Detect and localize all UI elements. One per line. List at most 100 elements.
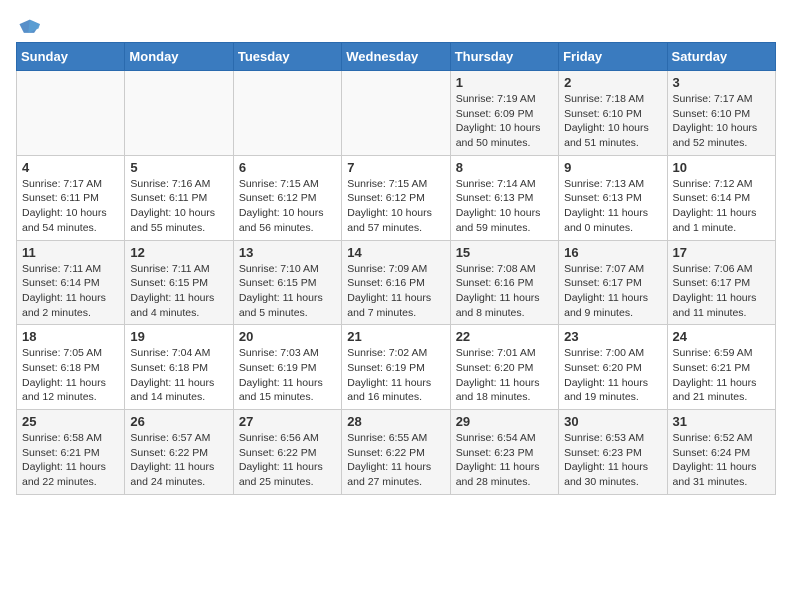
- calendar-cell: 19 Sunrise: 7:04 AMSunset: 6:18 PMDayligh…: [125, 325, 233, 410]
- day-number: 24: [673, 329, 770, 344]
- day-number: 2: [564, 75, 661, 90]
- column-header-tuesday: Tuesday: [233, 43, 341, 71]
- day-number: 14: [347, 245, 444, 260]
- calendar-cell: 11 Sunrise: 7:11 AMSunset: 6:14 PMDayligh…: [17, 240, 125, 325]
- day-number: 1: [456, 75, 553, 90]
- day-number: 10: [673, 160, 770, 175]
- day-info: Sunrise: 7:05 AMSunset: 6:18 PMDaylight:…: [22, 346, 119, 405]
- day-info: Sunrise: 6:52 AMSunset: 6:24 PMDaylight:…: [673, 431, 770, 490]
- day-info: Sunrise: 7:09 AMSunset: 6:16 PMDaylight:…: [347, 262, 444, 321]
- column-header-monday: Monday: [125, 43, 233, 71]
- day-number: 15: [456, 245, 553, 260]
- calendar-header-row: SundayMondayTuesdayWednesdayThursdayFrid…: [17, 43, 776, 71]
- calendar-cell: 25 Sunrise: 6:58 AMSunset: 6:21 PMDayligh…: [17, 410, 125, 495]
- calendar-cell: [233, 71, 341, 156]
- day-info: Sunrise: 7:14 AMSunset: 6:13 PMDaylight:…: [456, 177, 553, 236]
- calendar-cell: 2 Sunrise: 7:18 AMSunset: 6:10 PMDaylight…: [559, 71, 667, 156]
- day-info: Sunrise: 7:17 AMSunset: 6:10 PMDaylight:…: [673, 92, 770, 151]
- day-number: 5: [130, 160, 227, 175]
- calendar-cell: 3 Sunrise: 7:17 AMSunset: 6:10 PMDaylight…: [667, 71, 775, 156]
- day-number: 13: [239, 245, 336, 260]
- calendar-cell: 7Sunrise: 7:15 AMSunset: 6:12 PMDaylight…: [342, 155, 450, 240]
- calendar-cell: 26Sunrise: 6:57 AMSunset: 6:22 PMDayligh…: [125, 410, 233, 495]
- calendar-cell: 20 Sunrise: 7:03 AMSunset: 6:19 PMDayligh…: [233, 325, 341, 410]
- day-info: Sunrise: 7:12 AMSunset: 6:14 PMDaylight:…: [673, 177, 770, 236]
- day-number: 18: [22, 329, 119, 344]
- day-info: Sunrise: 6:53 AMSunset: 6:23 PMDaylight:…: [564, 431, 661, 490]
- day-info: Sunrise: 6:58 AMSunset: 6:21 PMDaylight:…: [22, 431, 119, 490]
- column-header-friday: Friday: [559, 43, 667, 71]
- calendar-cell: 4 Sunrise: 7:17 AMSunset: 6:11 PMDaylight…: [17, 155, 125, 240]
- calendar-cell: 5 Sunrise: 7:16 AMSunset: 6:11 PMDaylight…: [125, 155, 233, 240]
- calendar-week-5: 25 Sunrise: 6:58 AMSunset: 6:21 PMDayligh…: [17, 410, 776, 495]
- calendar-cell: 14 Sunrise: 7:09 AMSunset: 6:16 PMDayligh…: [342, 240, 450, 325]
- day-info: Sunrise: 7:18 AMSunset: 6:10 PMDaylight:…: [564, 92, 661, 151]
- day-info: Sunrise: 6:59 AMSunset: 6:21 PMDaylight:…: [673, 346, 770, 405]
- day-info: Sunrise: 7:04 AMSunset: 6:18 PMDaylight:…: [130, 346, 227, 405]
- column-header-sunday: Sunday: [17, 43, 125, 71]
- day-info: Sunrise: 7:10 AMSunset: 6:15 PMDaylight:…: [239, 262, 336, 321]
- calendar-cell: 22 Sunrise: 7:01 AMSunset: 6:20 PMDayligh…: [450, 325, 558, 410]
- day-info: Sunrise: 7:17 AMSunset: 6:11 PMDaylight:…: [22, 177, 119, 236]
- day-info: Sunrise: 7:13 AMSunset: 6:13 PMDaylight:…: [564, 177, 661, 236]
- calendar-cell: 28 Sunrise: 6:55 AMSunset: 6:22 PMDayligh…: [342, 410, 450, 495]
- calendar-cell: 18 Sunrise: 7:05 AMSunset: 6:18 PMDayligh…: [17, 325, 125, 410]
- calendar-cell: 13 Sunrise: 7:10 AMSunset: 6:15 PMDayligh…: [233, 240, 341, 325]
- calendar-cell: 21 Sunrise: 7:02 AMSunset: 6:19 PMDayligh…: [342, 325, 450, 410]
- day-info: Sunrise: 7:02 AMSunset: 6:19 PMDaylight:…: [347, 346, 444, 405]
- calendar-week-2: 4 Sunrise: 7:17 AMSunset: 6:11 PMDaylight…: [17, 155, 776, 240]
- day-number: 25: [22, 414, 119, 429]
- logo: [16, 16, 40, 34]
- day-info: Sunrise: 6:55 AMSunset: 6:22 PMDaylight:…: [347, 431, 444, 490]
- calendar-cell: 30 Sunrise: 6:53 AMSunset: 6:23 PMDayligh…: [559, 410, 667, 495]
- calendar-week-1: 1 Sunrise: 7:19 AMSunset: 6:09 PMDaylight…: [17, 71, 776, 156]
- day-number: 16: [564, 245, 661, 260]
- day-info: Sunrise: 7:00 AMSunset: 6:20 PMDaylight:…: [564, 346, 661, 405]
- day-number: 30: [564, 414, 661, 429]
- page-header: [16, 16, 776, 34]
- day-info: Sunrise: 6:57 AMSunset: 6:22 PMDaylight:…: [130, 431, 227, 490]
- column-header-thursday: Thursday: [450, 43, 558, 71]
- day-number: 23: [564, 329, 661, 344]
- day-info: Sunrise: 7:06 AMSunset: 6:17 PMDaylight:…: [673, 262, 770, 321]
- day-number: 8: [456, 160, 553, 175]
- day-number: 28: [347, 414, 444, 429]
- day-number: 22: [456, 329, 553, 344]
- day-number: 19: [130, 329, 227, 344]
- day-number: 27: [239, 414, 336, 429]
- calendar-cell: 27Sunrise: 6:56 AMSunset: 6:22 PMDayligh…: [233, 410, 341, 495]
- calendar-cell: [17, 71, 125, 156]
- day-info: Sunrise: 6:54 AMSunset: 6:23 PMDaylight:…: [456, 431, 553, 490]
- calendar-cell: 9 Sunrise: 7:13 AMSunset: 6:13 PMDaylight…: [559, 155, 667, 240]
- day-info: Sunrise: 7:11 AMSunset: 6:14 PMDaylight:…: [22, 262, 119, 321]
- day-number: 4: [22, 160, 119, 175]
- column-header-saturday: Saturday: [667, 43, 775, 71]
- day-number: 11: [22, 245, 119, 260]
- day-number: 20: [239, 329, 336, 344]
- calendar-cell: 31Sunrise: 6:52 AMSunset: 6:24 PMDayligh…: [667, 410, 775, 495]
- calendar-week-3: 11 Sunrise: 7:11 AMSunset: 6:14 PMDayligh…: [17, 240, 776, 325]
- day-info: Sunrise: 7:07 AMSunset: 6:17 PMDaylight:…: [564, 262, 661, 321]
- day-number: 9: [564, 160, 661, 175]
- day-number: 6: [239, 160, 336, 175]
- day-info: Sunrise: 7:19 AMSunset: 6:09 PMDaylight:…: [456, 92, 553, 151]
- day-number: 3: [673, 75, 770, 90]
- calendar-cell: 23 Sunrise: 7:00 AMSunset: 6:20 PMDayligh…: [559, 325, 667, 410]
- day-number: 17: [673, 245, 770, 260]
- calendar-cell: 8 Sunrise: 7:14 AMSunset: 6:13 PMDaylight…: [450, 155, 558, 240]
- day-info: Sunrise: 7:15 AMSunset: 6:12 PMDaylight:…: [239, 177, 336, 236]
- day-number: 12: [130, 245, 227, 260]
- day-info: Sunrise: 7:03 AMSunset: 6:19 PMDaylight:…: [239, 346, 336, 405]
- column-header-wednesday: Wednesday: [342, 43, 450, 71]
- day-number: 21: [347, 329, 444, 344]
- calendar-cell: [342, 71, 450, 156]
- calendar-cell: 17 Sunrise: 7:06 AMSunset: 6:17 PMDayligh…: [667, 240, 775, 325]
- calendar-cell: 29Sunrise: 6:54 AMSunset: 6:23 PMDayligh…: [450, 410, 558, 495]
- calendar-cell: 6 Sunrise: 7:15 AMSunset: 6:12 PMDaylight…: [233, 155, 341, 240]
- day-number: 7: [347, 160, 444, 175]
- calendar-cell: 16 Sunrise: 7:07 AMSunset: 6:17 PMDayligh…: [559, 240, 667, 325]
- day-info: Sunrise: 7:01 AMSunset: 6:20 PMDaylight:…: [456, 346, 553, 405]
- calendar-table: SundayMondayTuesdayWednesdayThursdayFrid…: [16, 42, 776, 495]
- day-info: Sunrise: 7:16 AMSunset: 6:11 PMDaylight:…: [130, 177, 227, 236]
- calendar-cell: 15Sunrise: 7:08 AMSunset: 6:16 PMDayligh…: [450, 240, 558, 325]
